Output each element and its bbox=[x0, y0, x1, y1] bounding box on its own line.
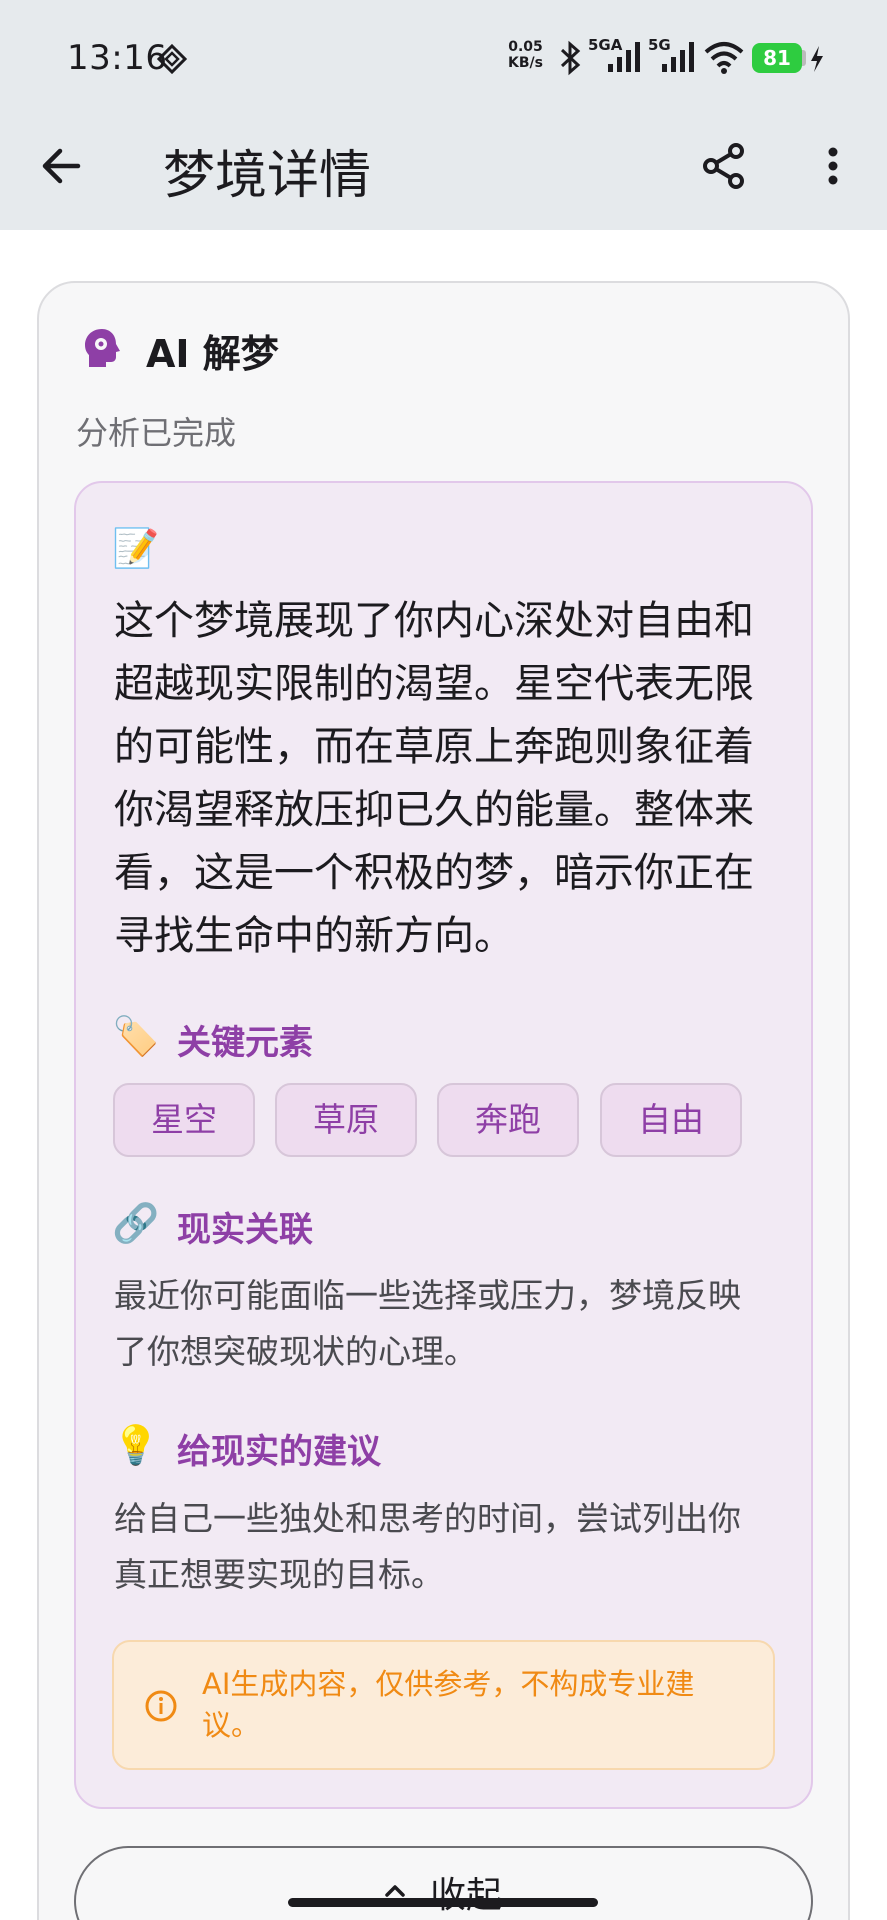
advice-text: 给自己一些独处和思考的时间，尝试列出你真正想要实现的目标。 bbox=[114, 1499, 741, 1594]
link-icon: 🔗 bbox=[112, 1201, 160, 1245]
status-bar: 13:16 0.05 KB/s 5GA 5G 81 bbox=[0, 0, 887, 110]
net-speed-unit: KB/s bbox=[508, 55, 543, 71]
interpretation-text: 这个梦境展现了你内心深处对自由和超越现实限制的渴望。星空代表无限的可能性，而在草… bbox=[114, 598, 754, 959]
status-time: 13:16 bbox=[67, 38, 168, 78]
share-icon[interactable] bbox=[696, 138, 752, 194]
disclaimer-text: AI生成内容，仅供参考，不构成专业建议。 bbox=[202, 1667, 695, 1742]
back-arrow-icon[interactable] bbox=[36, 138, 92, 194]
home-indicator[interactable] bbox=[288, 1898, 598, 1907]
key-elements-title: 关键元素 bbox=[177, 1023, 313, 1063]
wifi-icon bbox=[704, 42, 744, 74]
signal1-icon bbox=[608, 42, 640, 72]
info-icon bbox=[145, 1690, 177, 1722]
diamond-icon bbox=[157, 44, 187, 74]
reality-link-title: 现实关联 bbox=[177, 1210, 313, 1250]
more-vert-icon[interactable] bbox=[805, 138, 861, 194]
signal2-icon bbox=[662, 42, 694, 72]
memo-icon: 📝 bbox=[112, 526, 160, 570]
lightbulb-icon: 💡 bbox=[112, 1423, 160, 1467]
card-title: AI 解梦 bbox=[146, 332, 279, 376]
reality-link-text: 最近你可能面临一些选择或压力，梦境反映了你想突破现状的心理。 bbox=[114, 1276, 741, 1371]
element-chip[interactable]: 星空 bbox=[113, 1083, 255, 1157]
battery-icon: 81 bbox=[752, 43, 802, 73]
page-title: 梦境详情 bbox=[163, 146, 372, 206]
label-tag-icon: 🏷️ bbox=[112, 1014, 160, 1058]
element-chip[interactable]: 奔跑 bbox=[437, 1083, 579, 1157]
element-chip[interactable]: 自由 bbox=[600, 1083, 742, 1157]
net-speed: 0.05 KB/s bbox=[508, 39, 543, 71]
bluetooth-icon bbox=[560, 40, 581, 76]
collapse-label: 收起 bbox=[430, 1875, 503, 1916]
net-speed-value: 0.05 bbox=[508, 39, 543, 55]
battery-cap bbox=[802, 50, 806, 66]
charging-icon bbox=[811, 46, 823, 72]
psychology-head-icon bbox=[85, 329, 120, 367]
advice-title: 给现实的建议 bbox=[177, 1432, 381, 1472]
analysis-status: 分析已完成 bbox=[76, 414, 237, 452]
element-chip[interactable]: 草原 bbox=[275, 1083, 417, 1157]
